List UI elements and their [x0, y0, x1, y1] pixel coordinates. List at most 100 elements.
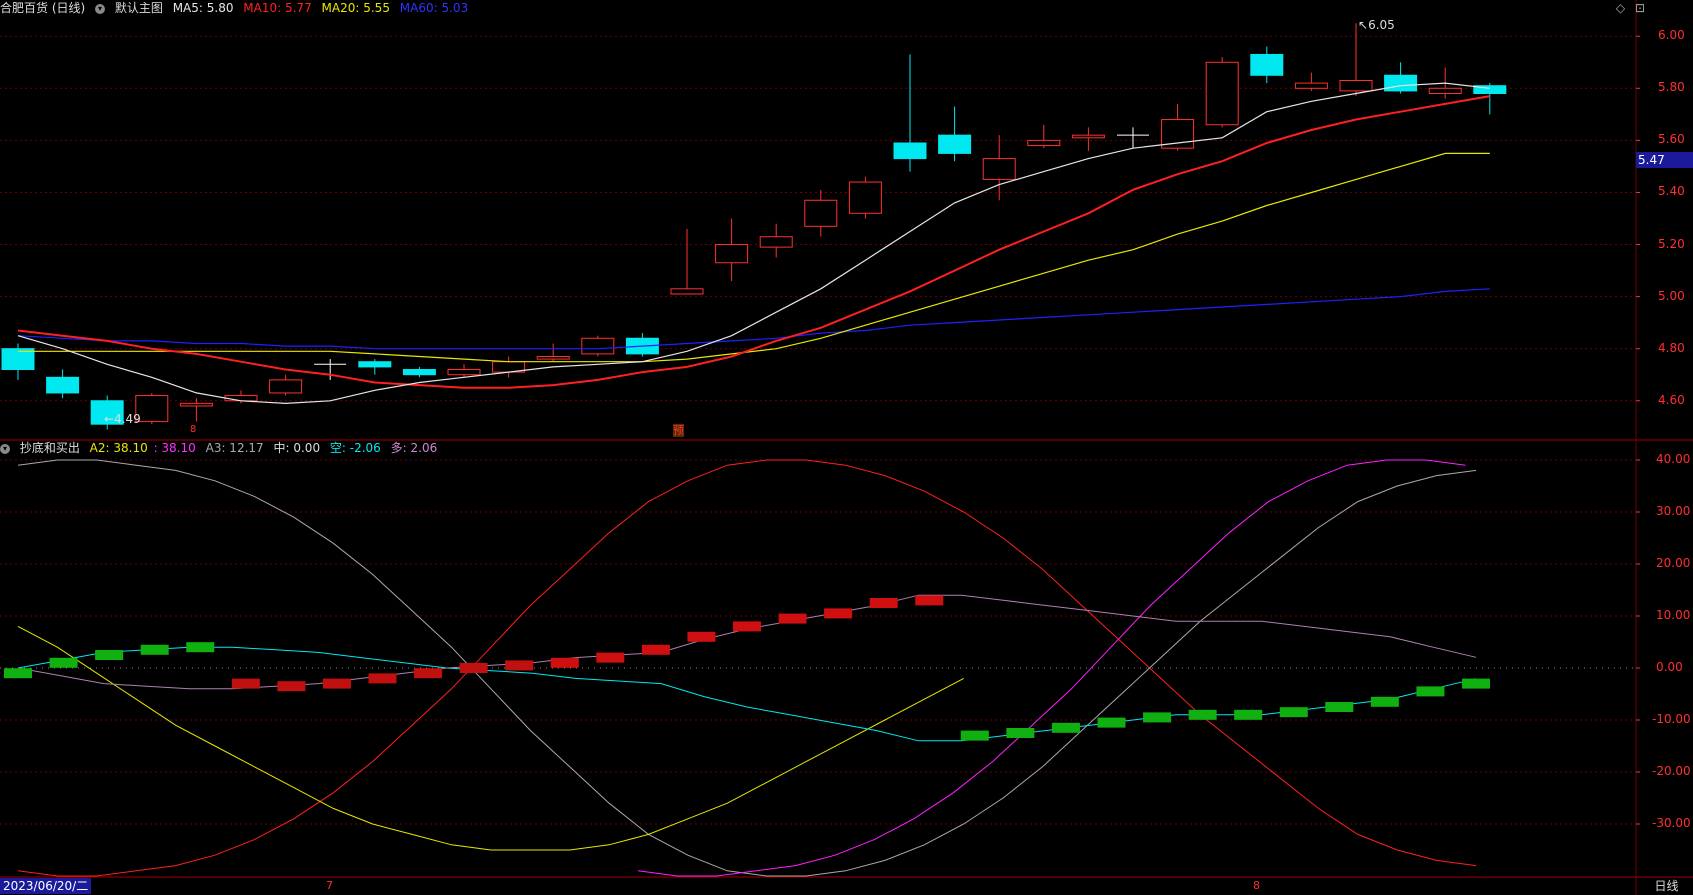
- indicator-block: [1006, 728, 1035, 738]
- indicator-block: [1143, 712, 1172, 723]
- candle-body-up: [581, 337, 615, 355]
- ma5-label: MA5: 5.80: [172, 1, 234, 15]
- price-tick-label: 5.60: [1658, 132, 1685, 147]
- date-cursor-label: 2023/06/20/二: [0, 878, 92, 894]
- indicator-block: [414, 668, 443, 679]
- indicator-block: [1234, 709, 1263, 720]
- indicator-block: [1097, 717, 1126, 728]
- high-price-annotation: ↖6.05: [1358, 18, 1395, 32]
- indicator-block: [915, 595, 944, 606]
- candle-body-up: [759, 236, 793, 248]
- window-icon[interactable]: ⊡: [1635, 1, 1645, 15]
- candlestick-series: [1, 23, 1507, 430]
- candle-body-down: [1384, 74, 1418, 92]
- candle-body-down: [402, 369, 436, 376]
- indicator-block: [824, 608, 853, 619]
- candle-body-up: [1027, 139, 1061, 147]
- mid-label: 中: 0.00: [273, 441, 321, 455]
- indicator-series: [4, 595, 1490, 741]
- candle-body-down: [938, 134, 972, 154]
- indicator-block: [505, 660, 534, 671]
- indicator-block: [641, 644, 670, 655]
- indicator-block: [733, 621, 761, 632]
- chevron-down-icon[interactable]: ▾: [0, 443, 10, 454]
- candle-body-down: [46, 376, 80, 394]
- indicator-block: [4, 668, 32, 679]
- stock-title[interactable]: 合肥百货 (日线): [0, 1, 85, 15]
- indicator-block: [1051, 722, 1080, 733]
- indicator-block: [960, 730, 989, 741]
- indicator-name[interactable]: 抄底和买出: [20, 441, 80, 455]
- indicator-block: [1370, 696, 1399, 707]
- ma20-label: MA20: 5.55: [321, 1, 390, 15]
- marker-yu: 预: [673, 424, 684, 437]
- indicator-block: [186, 642, 215, 653]
- candle-body-up: [848, 181, 882, 214]
- candle-body-up: [1294, 82, 1328, 89]
- indicator-block: [322, 678, 351, 689]
- kong-label: 空: -2.06: [329, 441, 381, 455]
- candle-body-up: [1339, 79, 1373, 92]
- price-tick-label: 6.00: [1658, 28, 1685, 43]
- indicator-block: [1416, 686, 1445, 697]
- main-chart-label[interactable]: 默认主图: [115, 1, 163, 15]
- chevron-down-icon[interactable]: ▾: [95, 3, 106, 14]
- indicator-tick-label: 0.00: [1656, 660, 1683, 674]
- diamond-icon[interactable]: ◇: [1616, 1, 1625, 15]
- candle-body-up: [224, 395, 258, 402]
- month-8-label: 8: [1253, 879, 1260, 892]
- a3-yellow-line: [17, 625, 964, 851]
- candle-body-down: [358, 361, 392, 368]
- indicator-block: [1188, 709, 1217, 720]
- a3-label: A3: 12.17: [205, 441, 264, 455]
- indicator-block: [1462, 678, 1490, 689]
- moving-average-lines: [17, 82, 1490, 877]
- candle-body-up: [269, 379, 303, 394]
- period-selector[interactable]: 日线: [1640, 878, 1693, 895]
- candle-body-up: [1205, 61, 1239, 126]
- indicator-block: [459, 663, 488, 673]
- indicator-block: [1279, 707, 1308, 718]
- indicator-header: ▾ 抄底和买出 A2: 38.10 : 38.10 A3: 12.17 中: 0…: [0, 440, 443, 456]
- indicator-block: [277, 681, 306, 692]
- indicator-tick-label: -20.00: [1652, 764, 1691, 778]
- candle-body-up: [536, 355, 570, 360]
- a2-gray-line: [17, 459, 1477, 877]
- price-tick-label: 5.20: [1658, 236, 1685, 251]
- top-icons: ◇ ⊡: [1616, 1, 1645, 15]
- a2-label: A2: 38.10: [89, 441, 148, 455]
- price-tick-label: 5.40: [1658, 184, 1685, 199]
- indicator-tick-label: 30.00: [1656, 504, 1691, 518]
- price-tick-label: 5.80: [1658, 80, 1685, 95]
- a2-red-line: [17, 459, 1477, 877]
- indicator-block: [95, 650, 124, 660]
- candle-body-up: [179, 402, 213, 407]
- ma20-line: [18, 152, 1490, 363]
- ma10-label: MA10: 5.77: [243, 1, 312, 15]
- candle-body-up: [447, 369, 481, 376]
- indicator-block: [596, 652, 625, 663]
- main-chart-header: 合肥百货 (日线) ▾ 默认主图 MA5: 5.80 MA10: 5.77 MA…: [0, 0, 474, 16]
- ma60-label: MA60: 5.03: [399, 1, 469, 15]
- candle-body-down: [893, 142, 927, 160]
- indicator-block: [550, 657, 579, 668]
- marker-red: 8: [190, 424, 197, 435]
- candle-body-up: [982, 158, 1016, 180]
- ma5-line: [17, 82, 1490, 405]
- indicator-tick-label: -10.00: [1652, 712, 1691, 726]
- price-tick-label: 4.80: [1658, 340, 1685, 355]
- month-7-label: 7: [326, 879, 333, 892]
- duo-label: 多: 2.06: [390, 441, 438, 455]
- price-tick-label: 4.60: [1658, 392, 1685, 407]
- indicator-block: [368, 673, 397, 684]
- candle-body-up: [804, 199, 838, 227]
- indicator-block: [49, 657, 78, 668]
- candle-body-up: [715, 244, 749, 264]
- candle-body-up: [670, 288, 704, 295]
- kong-line: [17, 646, 1477, 742]
- low-price-annotation: ←4.49: [104, 412, 141, 426]
- a2b-label: : 38.10: [153, 441, 196, 455]
- indicator-block: [140, 644, 169, 655]
- ma60-line: [17, 288, 1490, 350]
- price-tick-label: 5.00: [1658, 288, 1685, 303]
